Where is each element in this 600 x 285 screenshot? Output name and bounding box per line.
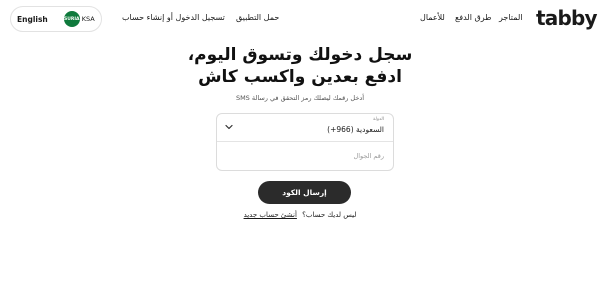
phone-form: الدولة السعودية (966+) (216, 113, 394, 171)
headline-line-1: سجل دخولك وتسوق اليوم، (187, 45, 413, 65)
flag-text: SURIA (64, 16, 80, 22)
country-value: السعودية (966+) (327, 125, 384, 134)
page-subtitle: أدخل رقمك ليصلك رمز التحقق في رسالة SMS (235, 94, 365, 102)
country-code: KSA (81, 15, 95, 23)
send-code-button[interactable]: إرسال الكود (258, 181, 351, 204)
saudi-flag-icon: SURIA (63, 11, 80, 27)
locale-switcher[interactable]: English SURIA KSA (10, 6, 102, 32)
headline-line-2: ادفع بعدين واكسب كاش (198, 67, 402, 87)
tabby-logo[interactable]: tabby (536, 6, 598, 30)
language-toggle[interactable]: English (17, 15, 48, 24)
signup-question: ليس لديك حساب؟ (302, 211, 357, 219)
download-app-link[interactable]: حمل التطبيق (236, 13, 279, 22)
country-label: الدولة (373, 117, 384, 122)
payment-methods-link[interactable]: طرق الدفع (455, 13, 491, 22)
stores-link[interactable]: المتاجر (499, 13, 523, 22)
chevron-down-icon[interactable] (225, 124, 233, 130)
create-account-link[interactable]: أنشئ حساب جديد (244, 211, 297, 219)
login-signup-link[interactable]: تسجيل الدخول أو إنشاء حساب (122, 13, 225, 22)
top-navigation: English SURIA KSA تسجيل الدخول أو إنشاء … (0, 0, 600, 38)
country-select[interactable]: الدولة السعودية (966+) (217, 114, 393, 142)
phone-number-input[interactable] (217, 141, 393, 170)
business-link[interactable]: للأعمال (420, 13, 445, 22)
page-headline: سجل دخولك وتسوق اليوم، ادفع بعدين واكسب … (150, 44, 450, 88)
signup-prompt: ليس لديك حساب؟ أنشئ حساب جديد (150, 211, 450, 219)
